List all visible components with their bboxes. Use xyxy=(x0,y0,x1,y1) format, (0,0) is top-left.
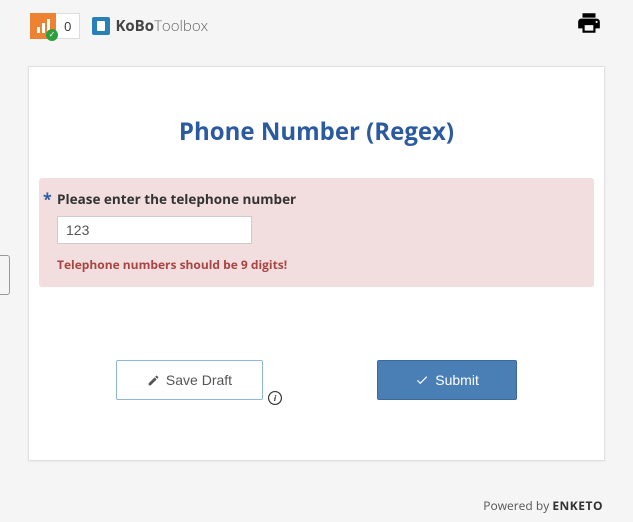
required-star: * xyxy=(43,188,52,210)
header: ✓ 0 KoBoToolbox xyxy=(0,0,633,51)
enketo-brand: ENKETO xyxy=(552,497,603,514)
info-icon[interactable]: i xyxy=(268,388,282,402)
submit-button[interactable]: Submit xyxy=(377,360,517,400)
phone-input[interactable] xyxy=(57,216,252,244)
form-paper: Phone Number (Regex) * Please enter the … xyxy=(28,66,605,461)
print-icon xyxy=(575,10,603,36)
queue-count: 0 xyxy=(56,13,80,39)
question-label: Please enter the telephone number xyxy=(57,190,580,208)
save-draft-label: Save Draft xyxy=(166,372,232,388)
powered-by: Powered by ENKETO xyxy=(483,497,603,514)
check-icon: ✓ xyxy=(46,29,58,41)
pencil-icon xyxy=(147,374,160,387)
form-title: Phone Number (Regex) xyxy=(29,67,604,178)
brand-logo[interactable]: KoBoToolbox xyxy=(92,16,208,36)
sidebar-handle[interactable] xyxy=(0,255,10,295)
check-icon xyxy=(415,373,429,387)
form-footer: Save Draft i Submit xyxy=(29,320,604,420)
save-draft-button[interactable]: Save Draft xyxy=(116,360,263,400)
error-message: Telephone numbers should be 9 digits! xyxy=(57,256,580,273)
print-button[interactable] xyxy=(575,10,603,41)
kobo-icon xyxy=(92,17,110,35)
queue-icon: ✓ xyxy=(30,13,56,39)
submit-label: Submit xyxy=(435,372,479,388)
queue-badge[interactable]: ✓ 0 xyxy=(30,13,80,39)
question-phone: * Please enter the telephone number Tele… xyxy=(39,178,594,287)
brand-text: KoBoToolbox xyxy=(115,16,208,36)
